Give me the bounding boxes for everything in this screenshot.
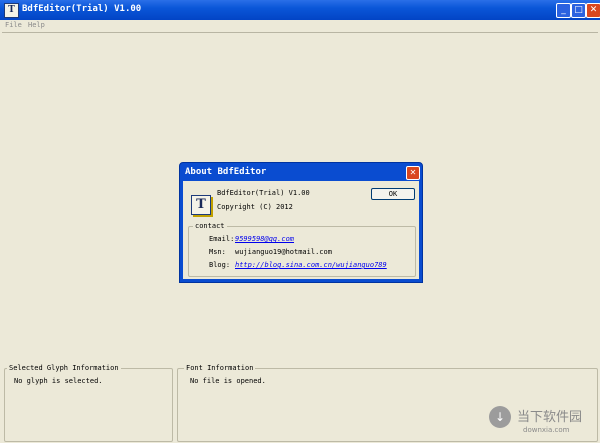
about-dialog-body: T BdfEditor(Trial) V1.00 Copyright (C) 2… bbox=[183, 181, 419, 279]
maximize-button[interactable]: □ bbox=[571, 3, 586, 18]
ok-button[interactable]: OK bbox=[371, 188, 415, 200]
email-link[interactable]: 9599598@qq.com bbox=[235, 235, 294, 243]
menu-help[interactable]: Help bbox=[28, 21, 45, 29]
font-info-label: Font Information bbox=[184, 364, 256, 372]
about-dialog-close-button[interactable]: ✕ bbox=[406, 166, 420, 180]
watermark: ↓ 当下软件园 downxia.com bbox=[487, 402, 597, 440]
product-version: BdfEditor(Trial) V1.00 bbox=[217, 189, 310, 197]
minimize-button[interactable]: _ bbox=[556, 3, 571, 18]
email-label: Email: bbox=[209, 235, 235, 243]
download-arrow-icon: ↓ bbox=[489, 406, 511, 428]
selected-glyph-panel: Selected Glyph Information No glyph is s… bbox=[4, 364, 173, 442]
window-titlebar[interactable]: T BdfEditor(Trial) V1.00 _ □ ✕ bbox=[0, 0, 600, 20]
menu-bar: File Help bbox=[0, 20, 600, 32]
app-logo-icon: T bbox=[191, 195, 211, 215]
close-button[interactable]: ✕ bbox=[586, 3, 600, 18]
font-info-status: No file is opened. bbox=[190, 377, 266, 385]
menu-file[interactable]: File bbox=[5, 21, 22, 29]
window-title: BdfEditor(Trial) V1.00 bbox=[22, 4, 142, 14]
msn-label: Msn: bbox=[209, 248, 226, 256]
selected-glyph-status: No glyph is selected. bbox=[14, 377, 103, 385]
blog-link[interactable]: http://blog.sina.com.cn/wujianguo789 bbox=[235, 261, 387, 269]
copyright-text: Copyright (C) 2012 bbox=[217, 203, 293, 211]
about-dialog: About BdfEditor ✕ T BdfEditor(Trial) V1.… bbox=[179, 162, 423, 283]
contact-group: contact Email: 9599598@qq.com Msn: wujia… bbox=[188, 222, 416, 277]
about-dialog-title: About BdfEditor bbox=[185, 167, 267, 177]
msn-value: wujianguo19@hotmail.com bbox=[235, 248, 332, 256]
watermark-text: 当下软件园 bbox=[517, 410, 583, 425]
app-icon: T bbox=[4, 3, 19, 18]
selected-glyph-label: Selected Glyph Information bbox=[7, 364, 121, 372]
watermark-url: downxia.com bbox=[523, 426, 570, 434]
blog-label: Blog: bbox=[209, 261, 231, 269]
contact-group-label: contact bbox=[193, 222, 227, 230]
